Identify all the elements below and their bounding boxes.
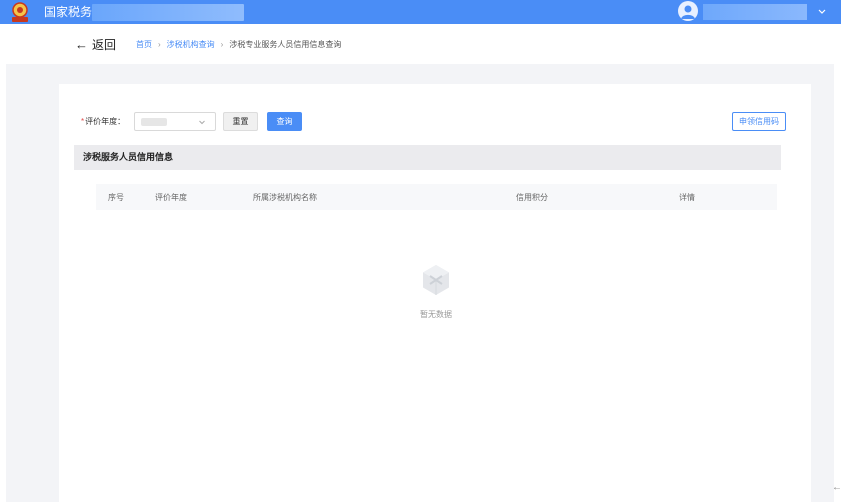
section-title: 涉税服务人员信用信息: [83, 152, 174, 162]
year-select[interactable]: [134, 112, 216, 131]
breadcrumb-current: 涉税专业服务人员信用信息查询: [229, 40, 342, 49]
column-credit-score: 信用积分: [516, 193, 548, 202]
apply-credit-code-button[interactable]: 申领信用码: [732, 112, 786, 131]
year-value-redaction: [141, 118, 167, 126]
user-name-redaction: [703, 4, 807, 20]
column-details: 详情: [679, 193, 695, 202]
empty-state-text: 暂无数据: [420, 310, 452, 319]
arrow-left-icon: ←: [75, 37, 88, 52]
year-label-colon: ：: [117, 117, 126, 126]
back-button[interactable]: ← 返回: [75, 37, 117, 53]
chevron-right-icon: ›: [220, 40, 224, 49]
chevron-right-icon: ›: [158, 40, 161, 49]
reset-button[interactable]: 重置: [223, 112, 258, 131]
column-eval-year: 评价年度: [155, 193, 187, 202]
column-index: 序号: [108, 193, 124, 202]
title-redaction: [92, 4, 244, 21]
breadcrumb-row: ← 返回 首页 › 涉税机构查询 › 涉税专业服务人员信用信息查询: [0, 24, 841, 64]
year-label-text: 评价年度: [85, 117, 118, 126]
year-label: *评价年度：: [81, 117, 125, 127]
site-title: 国家税务: [44, 5, 93, 19]
required-mark: *: [81, 117, 85, 126]
column-agency-name: 所属涉税机构名称: [253, 193, 317, 202]
top-bar: 国家税务: [0, 0, 841, 24]
empty-box-icon: [423, 265, 449, 295]
chevron-down-icon[interactable]: [815, 4, 829, 18]
arrow-left-icon[interactable]: ←: [832, 483, 841, 493]
breadcrumb: 首页 › 涉税机构查询 › 涉税专业服务人员信用信息查询: [136, 40, 341, 50]
breadcrumb-agency-query[interactable]: 涉税机构查询: [167, 40, 215, 49]
breadcrumb-home[interactable]: 首页: [136, 40, 152, 49]
user-icon: [681, 5, 695, 19]
chevron-down-icon: [199, 120, 205, 125]
table-header: 序号 评价年度 所属涉税机构名称 信用积分 详情: [96, 184, 777, 210]
back-label: 返回: [92, 38, 117, 52]
section-header: 涉税服务人员信用信息: [74, 145, 781, 170]
query-button[interactable]: 查询: [267, 112, 302, 131]
user-avatar[interactable]: [678, 1, 698, 21]
tax-emblem-icon: [12, 2, 28, 22]
